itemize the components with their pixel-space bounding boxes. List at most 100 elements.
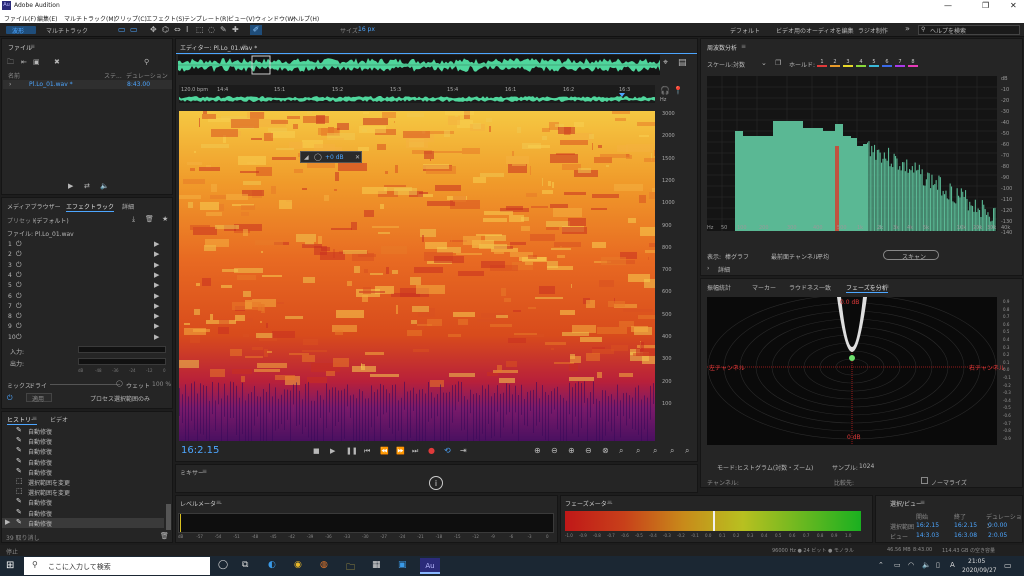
- slot-expand-icon[interactable]: ▶: [154, 302, 159, 310]
- slot-power-icon[interactable]: ⏻: [16, 250, 22, 259]
- preset-dropdown[interactable]: (デフォルト): [34, 216, 69, 225]
- history-item[interactable]: ✎ 自動修復: [2, 436, 164, 446]
- app-icon[interactable]: ▣: [398, 560, 407, 570]
- effect-slot[interactable]: 8 ⏻ ▶: [2, 312, 172, 322]
- expand-icon[interactable]: ›: [9, 81, 11, 88]
- slot-expand-icon[interactable]: ▶: [154, 271, 159, 279]
- multitrack-mode-button[interactable]: マルチトラック: [46, 26, 88, 35]
- view-start[interactable]: 14:3.03: [916, 532, 939, 539]
- sel-end[interactable]: 16:2.15: [954, 522, 977, 529]
- effect-slot[interactable]: 5 ⏻ ▶: [2, 281, 172, 291]
- overview-waveform[interactable]: [178, 55, 660, 75]
- workspace-default[interactable]: デフォルト: [730, 26, 760, 35]
- time-select-tool-icon[interactable]: I: [186, 25, 188, 34]
- slip-tool-icon[interactable]: ⇔: [174, 25, 181, 34]
- cortana-icon[interactable]: ◯: [218, 560, 228, 570]
- fit-view-icon[interactable]: ⌕: [685, 446, 689, 456]
- slot-power-icon[interactable]: ⏻: [16, 240, 22, 249]
- hold-button[interactable]: 3: [843, 59, 853, 67]
- stop-button[interactable]: ■: [313, 447, 320, 455]
- phase-meter-menu-icon[interactable]: ≡: [607, 499, 612, 506]
- history-item[interactable]: ⬚ 選択範囲を変更: [2, 487, 164, 497]
- delete-preset-icon[interactable]: 🗑: [145, 215, 154, 223]
- workspace-video-audio[interactable]: ビデオ用のオーディオを編集: [776, 26, 854, 35]
- zoom-in-point-icon[interactable]: ⌕: [619, 446, 623, 456]
- menu-file[interactable]: ファイル(F): [4, 14, 36, 23]
- file-row[interactable]: › Pl.Lo_01.wav * 8:43.00: [3, 80, 172, 89]
- paintbrush-tool-icon[interactable]: ✎: [220, 25, 227, 34]
- skip-selection-button[interactable]: ⇥: [460, 446, 467, 455]
- slot-power-icon[interactable]: ⏻: [16, 281, 22, 290]
- spectrogram[interactable]: [179, 111, 655, 441]
- detail-label[interactable]: 詳細: [718, 265, 730, 274]
- tab-details[interactable]: 詳細: [122, 202, 134, 211]
- hold-button[interactable]: 7: [895, 59, 905, 67]
- zoom-frequency-icon[interactable]: ⌕: [670, 446, 674, 456]
- tab-mixer[interactable]: ミキサー: [180, 468, 204, 477]
- history-item[interactable]: ✎ 自動修復: [2, 497, 164, 507]
- history-item[interactable]: ✎ 自動修復: [2, 467, 164, 477]
- view-end[interactable]: 16:3.08: [954, 532, 977, 539]
- maximize-button[interactable]: ❐: [982, 1, 989, 10]
- hold-button[interactable]: 8: [908, 59, 918, 67]
- slot-expand-icon[interactable]: ▶: [154, 250, 159, 258]
- slot-expand-icon[interactable]: ▶: [154, 261, 159, 269]
- ime-indicator[interactable]: A: [950, 561, 955, 569]
- phase-menu-icon[interactable]: ≡: [884, 283, 889, 290]
- detail-toggle-icon[interactable]: ›: [707, 265, 709, 272]
- taskbar-search-box[interactable]: ⚲ ここに入力して検索: [24, 557, 210, 575]
- mix-value[interactable]: 100 %: [152, 381, 171, 388]
- slot-power-icon[interactable]: ⏻: [16, 261, 22, 270]
- tab-markers[interactable]: マーカー: [752, 283, 776, 292]
- panel-menu-icon[interactable]: ≡: [30, 43, 35, 50]
- sel-duration[interactable]: 0:0.00: [988, 522, 1007, 529]
- mix-slider-handle-icon[interactable]: ◯: [116, 380, 123, 387]
- brush-tool-icon[interactable]: ✐: [250, 25, 262, 35]
- tab-phase-analysis[interactable]: フェーズを分析: [846, 283, 888, 293]
- task-view-icon[interactable]: ⧉: [242, 560, 248, 570]
- chrome-icon[interactable]: ◉: [294, 560, 302, 570]
- tab-loudness-match[interactable]: ラウドネス一致: [789, 283, 831, 292]
- close-file-icon[interactable]: ✖: [54, 58, 60, 66]
- hud-pin-icon[interactable]: ✕: [355, 154, 360, 161]
- close-button[interactable]: ✕: [1010, 1, 1017, 10]
- rewind-button[interactable]: ⏪: [380, 447, 389, 455]
- zoom-in-time-icon[interactable]: ⊕: [568, 446, 575, 455]
- history-item[interactable]: ✎ 自動修復: [2, 508, 164, 518]
- people-icon[interactable]: ⌃: [878, 561, 884, 569]
- history-menu-icon[interactable]: ≡: [32, 415, 37, 422]
- channel-dropdown[interactable]: 平均: [817, 252, 829, 261]
- effect-slot[interactable]: 4 ⏻ ▶: [2, 271, 172, 281]
- zoom-in-amplitude-icon[interactable]: ⊕: [534, 446, 541, 455]
- volume-icon[interactable]: 🔈: [100, 182, 109, 190]
- workspace-more-icon[interactable]: »: [905, 24, 910, 33]
- zoom-out-point-icon[interactable]: ⌕: [636, 446, 640, 456]
- edge-icon[interactable]: ◐: [268, 560, 276, 570]
- previous-button[interactable]: ⏮: [364, 447, 370, 456]
- speaker-icon[interactable]: 🔈: [922, 561, 931, 569]
- effect-slot[interactable]: 7 ⏻ ▶: [2, 302, 172, 312]
- freq-scale-dropdown[interactable]: 対数: [733, 60, 745, 69]
- spectral-view-icon[interactable]: ▭: [118, 25, 126, 34]
- open-folder-icon[interactable]: 🗀: [7, 58, 14, 69]
- freq-menu-icon[interactable]: ≡: [741, 43, 746, 50]
- audition-taskbar-icon[interactable]: Au: [420, 558, 440, 574]
- save-preset-icon[interactable]: ⤓: [132, 215, 135, 224]
- history-item[interactable]: ✎ 自動修復: [2, 426, 164, 436]
- razor-tool-icon[interactable]: ⌬: [162, 25, 169, 34]
- editor-menu-icon[interactable]: ≡: [242, 43, 247, 50]
- zoom-out-time-icon[interactable]: ⊖: [585, 446, 592, 455]
- hold-button[interactable]: 6: [882, 59, 892, 67]
- wifi-icon[interactable]: ◠: [908, 561, 914, 569]
- history-item[interactable]: ✎ 自動修復 ▶: [2, 517, 164, 528]
- battery-icon[interactable]: ▯: [936, 561, 940, 569]
- sel-start[interactable]: 16:2.15: [916, 522, 939, 529]
- view-dropdown[interactable]: 棒グラフ: [725, 252, 749, 261]
- menu-effects[interactable]: エフェクト(S): [146, 14, 185, 23]
- headphones-icon[interactable]: 🎧: [660, 86, 670, 95]
- lasso-tool-icon[interactable]: ◌: [208, 25, 215, 34]
- notifications-icon[interactable]: ▭: [1004, 561, 1012, 570]
- marquee-tool-icon[interactable]: ⬚: [196, 25, 204, 34]
- slot-power-icon[interactable]: ⏻: [16, 312, 22, 321]
- hold-button[interactable]: 2: [830, 59, 840, 67]
